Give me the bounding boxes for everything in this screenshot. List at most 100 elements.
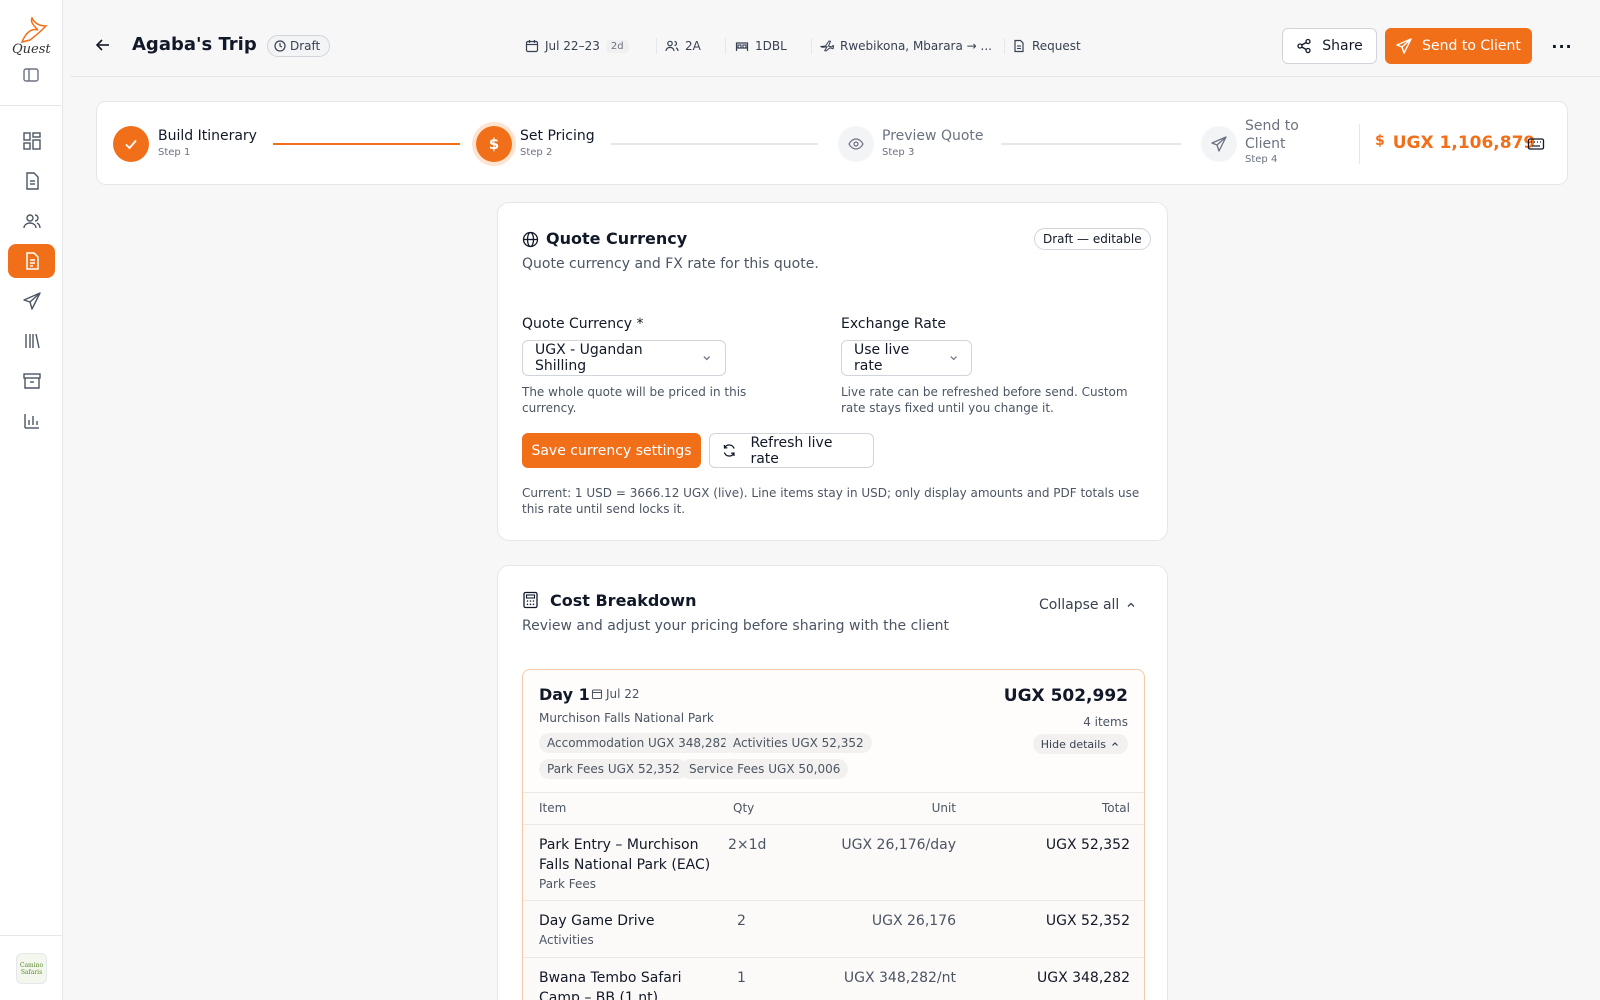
org-name-line2: Safaris <box>20 968 43 976</box>
currency-select-value: UGX - Ugandan Shilling <box>535 342 643 374</box>
item-qty: 2×1d <box>728 837 767 853</box>
quote-total: $ UGX 1,106,879 <box>1375 133 1535 153</box>
sidebar-item-archive[interactable] <box>8 364 55 398</box>
logo-text: Quest <box>12 42 51 57</box>
day-date-text: Jul 22 <box>606 687 640 701</box>
sidebar-item-send[interactable] <box>8 284 55 318</box>
step-2-label[interactable]: Set Pricing <box>520 128 595 144</box>
card-subtitle: Quote currency and FX rate for this quot… <box>522 256 819 272</box>
day-total: UGX 502,992 <box>1003 686 1128 706</box>
users-icon <box>22 214 41 229</box>
sidebar-item-reports[interactable] <box>8 404 55 438</box>
trip-rooms[interactable]: 1DBL <box>735 36 787 56</box>
meta-divider <box>656 38 657 54</box>
step-3-sub: Step 3 <box>882 147 915 158</box>
document-icon <box>25 172 39 190</box>
rooms-text: 1DBL <box>755 39 787 53</box>
sidebar-toggle-icon[interactable] <box>22 66 40 84</box>
step-connector-2 <box>611 143 818 145</box>
exchange-rate-select[interactable]: Use live rate <box>841 340 972 376</box>
more-options-icon[interactable]: ··· <box>1550 34 1574 58</box>
duration-badge: 2d <box>605 39 629 53</box>
sidebar-item-quotes[interactable] <box>8 244 55 278</box>
hide-details-label: Hide details <box>1040 737 1106 751</box>
sidebar-item-dashboard[interactable] <box>8 124 55 158</box>
step-connector-3 <box>1001 143 1181 145</box>
eye-icon <box>848 138 864 150</box>
item-unit: UGX 26,176/day <box>841 837 956 853</box>
table-row[interactable]: Day Game Drive Activities 2 UGX 26,176 U… <box>523 900 1144 957</box>
card-title: Cost Breakdown <box>550 591 697 610</box>
refresh-rate-button[interactable]: Refresh live rate <box>709 433 874 468</box>
card-subtitle: Review and adjust your pricing before sh… <box>522 618 950 634</box>
item-name-cont: Falls National Park (EAC) <box>539 857 711 873</box>
chevron-down-icon <box>950 356 957 361</box>
hide-details-button[interactable]: Hide details <box>1032 734 1128 754</box>
rate-help-text: Live rate can be refreshed before send. … <box>841 385 1128 415</box>
step-2-indicator[interactable]: $ <box>476 126 512 162</box>
quote-currency-card: Quote Currency Draft — editable Quote cu… <box>497 202 1168 541</box>
org-avatar[interactable]: Camino Safaris <box>16 953 47 984</box>
item-qty: 1 <box>737 970 746 986</box>
editable-badge: Draft — editable <box>1034 228 1151 250</box>
collapse-all-button[interactable]: Collapse all <box>1039 597 1137 613</box>
current-rate-note: Current: 1 USD = 3666.12 UGX (live). Lin… <box>522 486 1140 516</box>
refresh-label: Refresh live rate <box>750 434 833 467</box>
step-3-indicator[interactable] <box>838 126 874 162</box>
meta-divider <box>725 38 726 54</box>
column-item: Item <box>539 801 567 815</box>
calendar-icon <box>525 40 539 53</box>
day-item-count: 4 items <box>1083 715 1128 729</box>
quote-total-amount: UGX 1,106,879 <box>1392 133 1536 153</box>
org-name-line1: Camino <box>19 961 44 969</box>
dashboard-icon <box>22 132 41 150</box>
day-date: Jul 22 <box>591 687 640 701</box>
step-4-label[interactable]: Send to Client <box>1245 117 1333 153</box>
status-text: Draft <box>290 39 321 53</box>
share-icon <box>1297 38 1311 54</box>
trip-dates[interactable]: Jul 22–23 2d <box>525 36 629 56</box>
rate-field-label: Exchange Rate <box>841 316 946 332</box>
trip-request[interactable]: Request <box>1012 36 1081 56</box>
step-1-sub: Step 1 <box>158 147 191 158</box>
app-logo[interactable]: Quest <box>8 16 56 58</box>
trip-route[interactable]: Rwebikona, Mbarara → ... <box>820 36 992 56</box>
request-text: Request <box>1032 39 1081 53</box>
chevron-down-icon <box>703 356 711 361</box>
library-icon <box>24 333 40 349</box>
step-4-indicator[interactable] <box>1201 126 1237 162</box>
table-row[interactable]: Park Entry – Murchison Falls National Pa… <box>523 824 1144 900</box>
sidebar-item-clients[interactable] <box>8 204 55 238</box>
globe-icon <box>522 231 539 248</box>
item-total: UGX 52,352 <box>1045 913 1130 929</box>
step-1-label[interactable]: Build Itinerary <box>158 128 257 144</box>
step-1-indicator[interactable] <box>113 126 149 162</box>
step-3-label[interactable]: Preview Quote <box>882 128 984 144</box>
item-name: Day Game Drive <box>539 913 655 929</box>
column-unit: Unit <box>931 801 956 815</box>
clock-icon <box>274 40 286 52</box>
sidebar-item-documents[interactable] <box>8 164 55 198</box>
day-location: Murchison Falls National Park <box>539 711 714 725</box>
dates-text: Jul 22–23 <box>545 39 600 53</box>
send-icon <box>1396 38 1412 54</box>
bed-icon <box>735 42 749 51</box>
send-icon <box>22 292 41 310</box>
day-section: Day 1 Jul 22 Murchison Falls National Pa… <box>522 669 1145 1000</box>
send-to-client-button[interactable]: Send to Client <box>1385 28 1532 64</box>
stepper-divider <box>1359 124 1360 164</box>
currency-select[interactable]: UGX - Ugandan Shilling <box>522 340 726 376</box>
request-document-icon <box>1014 39 1024 53</box>
archive-icon <box>22 373 41 389</box>
currency-symbol-icon: $ <box>1375 133 1385 149</box>
item-total: UGX 52,352 <box>1045 837 1130 853</box>
keyboard-icon[interactable] <box>1527 135 1545 153</box>
card-title: Quote Currency <box>546 229 688 248</box>
share-button[interactable]: Share <box>1282 28 1377 64</box>
table-row[interactable]: Bwana Tembo Safari Camp – BB (1 nt) 1 UG… <box>523 957 1144 1000</box>
sidebar-item-library[interactable] <box>8 324 55 358</box>
users-icon <box>665 40 679 52</box>
save-currency-button[interactable]: Save currency settings <box>522 433 701 468</box>
back-arrow-icon[interactable] <box>94 36 112 54</box>
trip-travelers[interactable]: 2A <box>665 36 701 56</box>
